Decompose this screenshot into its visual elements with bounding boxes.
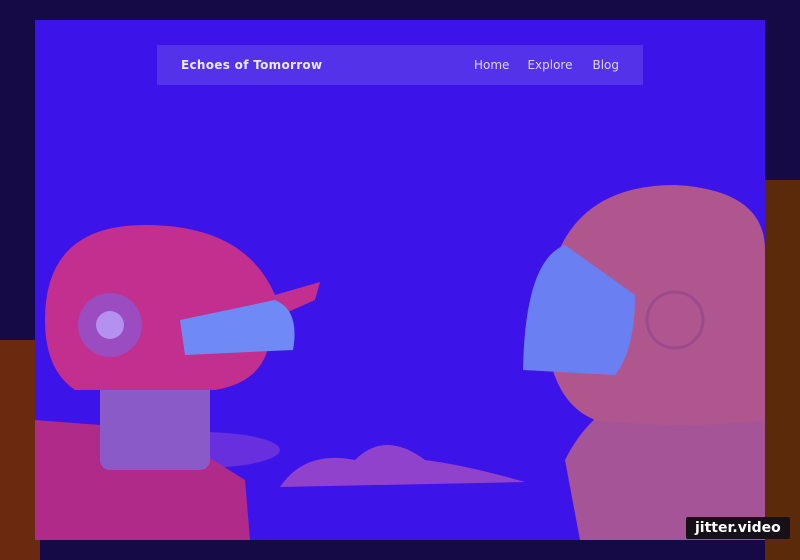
hero-frame: Echoes of Tomorrow Home Explore Blog	[35, 20, 765, 540]
nav-link-blog[interactable]: Blog	[592, 58, 619, 72]
nav-links: Home Explore Blog	[474, 58, 619, 72]
nav-link-explore[interactable]: Explore	[527, 58, 572, 72]
watermark-badge: jitter.video	[686, 517, 790, 539]
navbar: Echoes of Tomorrow Home Explore Blog	[157, 45, 643, 85]
hero-illustration	[35, 185, 765, 540]
nav-link-home[interactable]: Home	[474, 58, 509, 72]
brand-logo[interactable]: Echoes of Tomorrow	[181, 58, 322, 72]
